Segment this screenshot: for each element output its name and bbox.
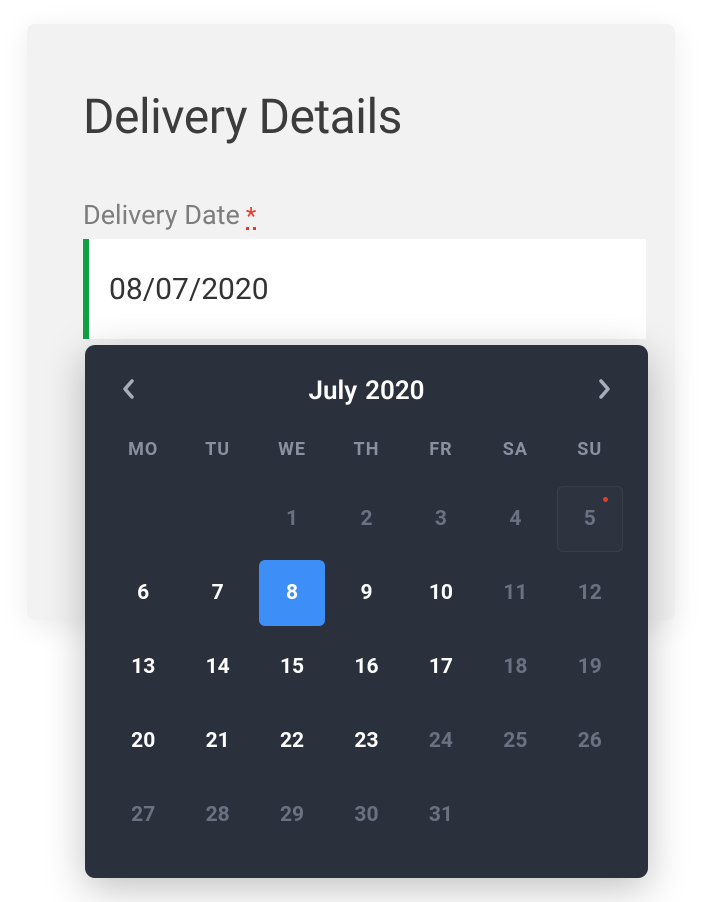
calendar-day[interactable]: 30	[333, 782, 399, 848]
required-mark: *	[246, 207, 256, 230]
calendar-day[interactable]: 8	[259, 560, 325, 626]
calendar-day[interactable]: 24	[408, 708, 474, 774]
calendar-day: 3	[408, 486, 474, 552]
chevron-right-icon	[596, 377, 612, 405]
calendar-day[interactable]: 13	[110, 634, 176, 700]
calendar-day[interactable]: 14	[185, 634, 251, 700]
calendar-day: 1	[259, 486, 325, 552]
datepicker-header: July 2020	[107, 373, 626, 433]
weekday-header: TH	[354, 433, 380, 478]
delivery-date-input[interactable]	[83, 239, 646, 339]
calendar-day: 4	[482, 486, 548, 552]
datepicker-grid: MOTUWETHFRSASU12345678910111213141516171…	[107, 433, 626, 848]
calendar-day[interactable]: 26	[557, 708, 623, 774]
datepicker-month: July	[308, 376, 357, 406]
calendar-day[interactable]: 10	[408, 560, 474, 626]
calendar-day[interactable]: 7	[185, 560, 251, 626]
datepicker-title[interactable]: July 2020	[308, 376, 424, 406]
weekday-header: SU	[577, 433, 602, 478]
weekday-header: TU	[205, 433, 230, 478]
calendar-day[interactable]: 6	[110, 560, 176, 626]
calendar-day[interactable]: 18	[482, 634, 548, 700]
calendar-day[interactable]: 29	[259, 782, 325, 848]
calendar-day[interactable]: 17	[408, 634, 474, 700]
chevron-left-icon	[121, 377, 137, 405]
field-label-row: Delivery Date *	[83, 199, 619, 231]
weekday-header: WE	[278, 433, 306, 478]
prev-month-button[interactable]	[111, 373, 147, 409]
calendar-day[interactable]: 23	[333, 708, 399, 774]
calendar-day[interactable]: 9	[333, 560, 399, 626]
datepicker-popup: July 2020 MOTUWETHFRSASU1234567891011121…	[85, 345, 648, 878]
calendar-day[interactable]: 15	[259, 634, 325, 700]
weekday-header: SA	[503, 433, 528, 478]
datepicker-year: 2020	[365, 376, 424, 406]
weekday-header: FR	[429, 433, 452, 478]
calendar-day: 2	[333, 486, 399, 552]
calendar-day[interactable]: 16	[333, 634, 399, 700]
calendar-day[interactable]: 5	[557, 486, 623, 552]
calendar-day[interactable]: 27	[110, 782, 176, 848]
calendar-day[interactable]: 31	[408, 782, 474, 848]
next-month-button[interactable]	[586, 373, 622, 409]
calendar-day[interactable]: 25	[482, 708, 548, 774]
calendar-day[interactable]: 19	[557, 634, 623, 700]
calendar-day[interactable]: 21	[185, 708, 251, 774]
calendar-day[interactable]: 11	[482, 560, 548, 626]
weekday-header: MO	[128, 433, 158, 478]
delivery-date-label: Delivery Date	[83, 199, 240, 231]
calendar-day[interactable]: 28	[185, 782, 251, 848]
calendar-day[interactable]: 12	[557, 560, 623, 626]
section-title: Delivery Details	[83, 88, 619, 145]
calendar-day[interactable]: 22	[259, 708, 325, 774]
calendar-day[interactable]: 20	[110, 708, 176, 774]
